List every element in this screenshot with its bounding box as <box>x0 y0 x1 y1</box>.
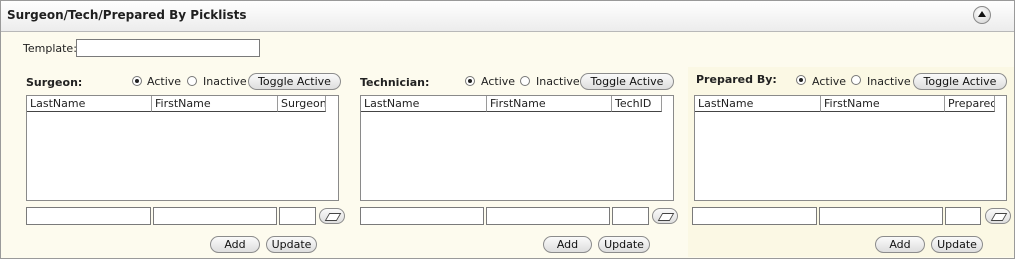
update-button[interactable]: Update <box>598 236 650 253</box>
window-title: Surgeon/Tech/Prepared By Picklists <box>7 8 247 22</box>
eraser-icon <box>657 213 675 221</box>
eraser-icon <box>990 213 1008 221</box>
toggle-active-button[interactable]: Toggle Active <box>913 73 1007 90</box>
active-radio[interactable] <box>796 75 806 85</box>
panel-label: Technician: <box>360 76 430 89</box>
clear-button[interactable] <box>652 208 678 224</box>
technician-panel: Technician: Active Inactive Toggle Activ… <box>360 67 692 257</box>
update-button[interactable]: Update <box>266 236 317 253</box>
eraser-icon <box>324 213 342 221</box>
active-radio-label: Active <box>812 75 847 88</box>
surgeon-grid[interactable]: LastName FirstName Surgeon <box>26 95 339 201</box>
chevron-up-icon <box>978 11 986 17</box>
panel-label: Surgeon: <box>26 76 83 89</box>
lastname-input[interactable] <box>26 207 151 225</box>
toggle-active-button[interactable]: Toggle Active <box>248 73 341 90</box>
inactive-radio[interactable] <box>520 76 530 86</box>
column-header-lastname[interactable]: LastName <box>27 96 152 112</box>
picklists-window: Surgeon/Tech/Prepared By Picklists Templ… <box>0 0 1015 259</box>
lastname-input[interactable] <box>692 207 817 225</box>
column-header-id[interactable]: Surgeon <box>278 96 326 112</box>
collapse-button[interactable] <box>973 6 991 24</box>
active-radio[interactable] <box>132 76 142 86</box>
toggle-active-button[interactable]: Toggle Active <box>580 73 674 90</box>
prepared-by-panel: Prepared By: Active Inactive Toggle Acti… <box>688 67 1014 257</box>
add-button[interactable]: Add <box>875 236 925 253</box>
clear-button[interactable] <box>985 208 1011 224</box>
add-button[interactable]: Add <box>543 236 592 253</box>
firstname-input[interactable] <box>153 207 277 225</box>
firstname-input[interactable] <box>486 207 610 225</box>
column-header-lastname[interactable]: LastName <box>695 96 821 112</box>
template-label: Template: <box>23 42 77 55</box>
prepared-by-grid[interactable]: LastName FirstName Preparec <box>694 95 1007 201</box>
id-input[interactable] <box>279 207 316 225</box>
surgeon-panel: Surgeon: Active Inactive Toggle Active L… <box>26 67 358 257</box>
column-header-firstname[interactable]: FirstName <box>821 96 945 112</box>
firstname-input[interactable] <box>819 207 943 225</box>
title-bar: Surgeon/Tech/Prepared By Picklists <box>1 1 1014 32</box>
active-radio-label: Active <box>481 75 516 88</box>
lastname-input[interactable] <box>360 207 484 225</box>
template-input[interactable] <box>76 39 260 57</box>
inactive-radio[interactable] <box>851 75 861 85</box>
inactive-radio-label: Inactive <box>867 75 911 88</box>
inactive-radio[interactable] <box>187 76 197 86</box>
add-button[interactable]: Add <box>210 236 260 253</box>
id-input[interactable] <box>945 207 981 225</box>
technician-grid[interactable]: LastName FirstName TechID <box>360 95 674 201</box>
column-header-id[interactable]: TechID <box>612 96 662 112</box>
column-header-firstname[interactable]: FirstName <box>487 96 612 112</box>
column-header-lastname[interactable]: LastName <box>361 96 487 112</box>
active-radio-label: Active <box>147 75 182 88</box>
clear-button[interactable] <box>319 208 345 224</box>
inactive-radio-label: Inactive <box>203 75 247 88</box>
column-header-id[interactable]: Preparec <box>945 96 995 112</box>
column-header-firstname[interactable]: FirstName <box>152 96 278 112</box>
panel-label: Prepared By: <box>696 73 777 86</box>
active-radio[interactable] <box>465 76 475 86</box>
id-input[interactable] <box>612 207 649 225</box>
update-button[interactable]: Update <box>931 236 983 253</box>
inactive-radio-label: Inactive <box>536 75 580 88</box>
